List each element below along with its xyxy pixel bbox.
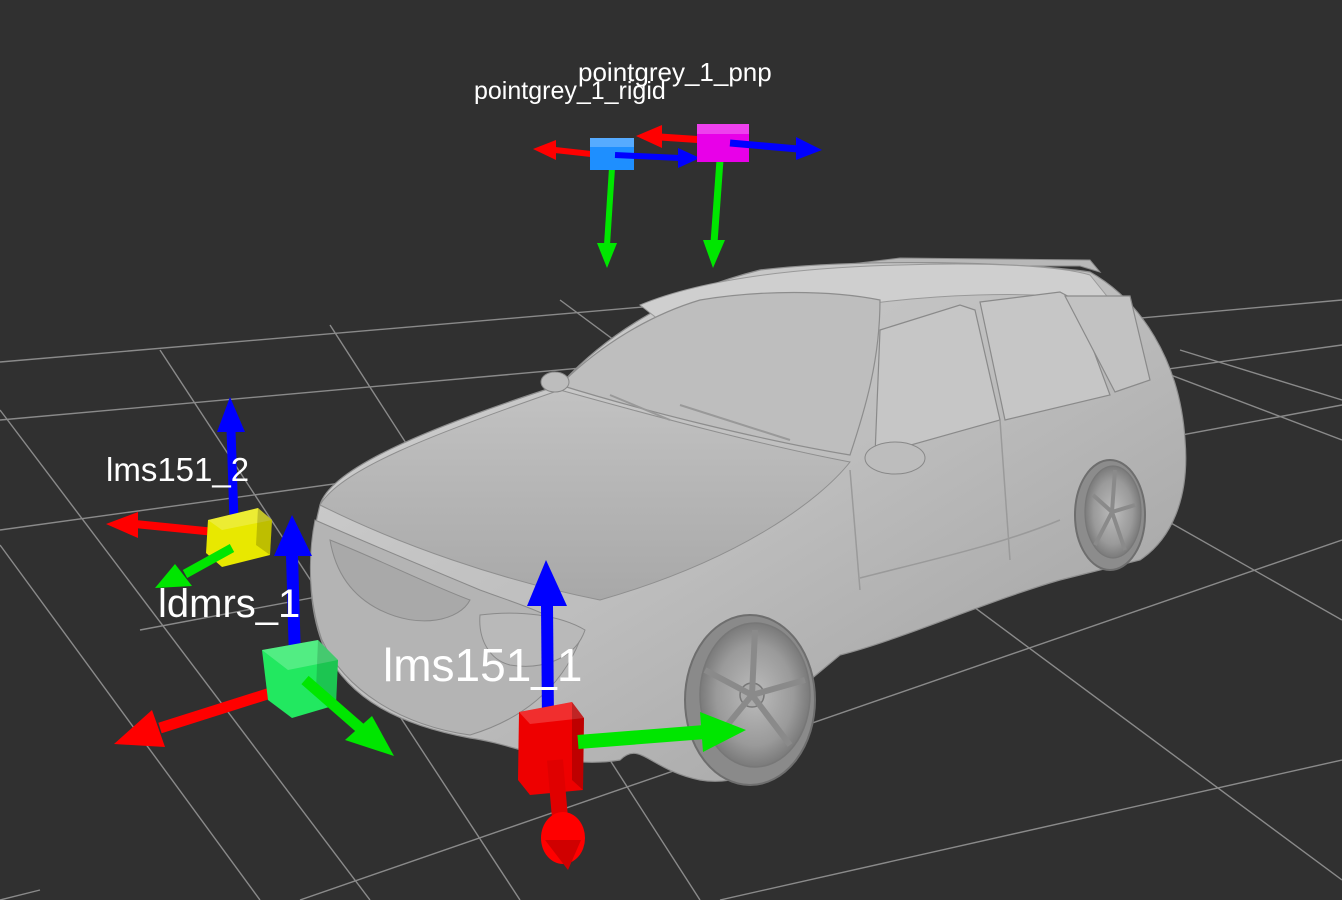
frame-label: lms151_2 <box>106 451 249 488</box>
frame-label: lms151_1 <box>383 639 582 691</box>
frame-label: pointgrey_1_pnp <box>578 57 772 87</box>
frame-label: ldmrs_1 <box>158 582 300 626</box>
3d-viewport[interactable]: pointgrey_1_rigid pointgrey_1_pnp lms151… <box>0 0 1342 900</box>
